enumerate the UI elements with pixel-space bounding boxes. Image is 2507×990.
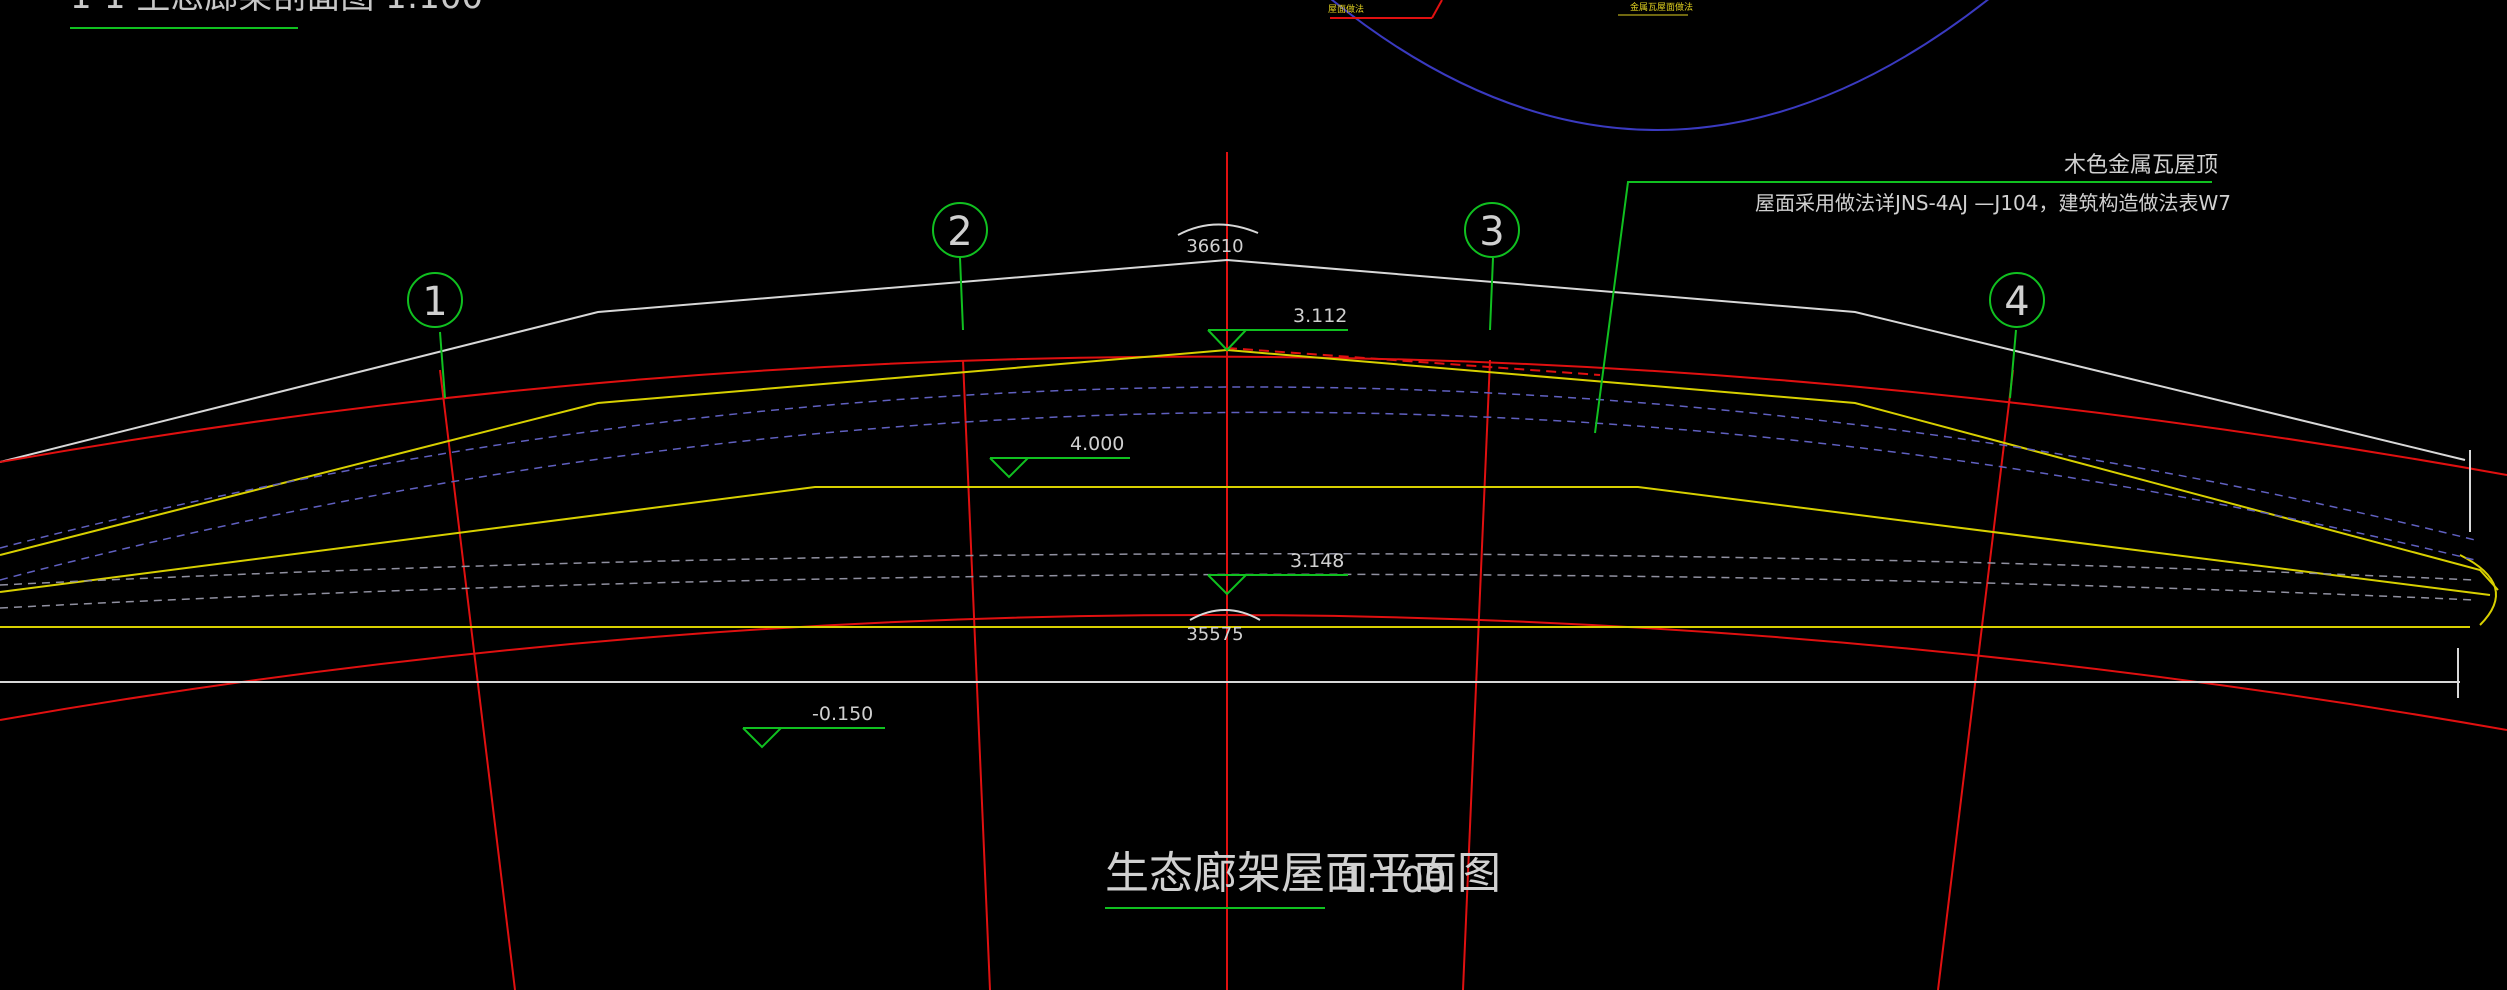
red-dashed-segment xyxy=(1226,347,1601,376)
dashed-arc-2 xyxy=(0,411,2476,581)
axis-1-label: 1 xyxy=(422,279,447,325)
elevation-text-1: 3.112 xyxy=(1293,305,1347,327)
elevation-text-4: -0.150 xyxy=(812,703,873,725)
elevation-marker-1: 3.112 xyxy=(1207,305,1348,352)
roof-outline-top xyxy=(0,258,2466,463)
note-leader-line xyxy=(1594,181,2212,434)
section-title-text: 1-1 生态廊架剖面图 1:100 xyxy=(70,0,483,17)
top-tiny-label-b: 金属瓦屋面做法 xyxy=(1630,1,1693,13)
bottom-dim-text: 35575 xyxy=(1186,624,1243,645)
top-tiny-label-a: 屋面做法 xyxy=(1328,3,1364,15)
cad-drawing-canvas[interactable]: 1-1 生态廊架剖面图 1:100 屋面做法 金属瓦屋面做法 1 2 3 xyxy=(0,0,2507,990)
axis-3-leader xyxy=(1489,257,1494,331)
dashed-arc-3 xyxy=(0,552,2476,586)
axis-3-label: 3 xyxy=(1479,209,1504,255)
main-title-scale: 1:100 xyxy=(1343,860,1447,901)
dashed-arc-4 xyxy=(0,573,2476,609)
axis-2-label: 2 xyxy=(947,209,972,255)
elevation-marker-2: 4.000 xyxy=(989,433,1130,479)
axis-2-leader xyxy=(959,257,964,331)
top-dim-arc xyxy=(1177,223,1259,236)
axis-4-leader xyxy=(2009,329,2017,399)
top-dim-text: 36610 xyxy=(1186,236,1243,257)
elevation-marker-3: 3.148 xyxy=(1207,550,1348,596)
note-line-2: 屋面采用做法详JNS-4AJ —J104，建筑构造做法表W7 xyxy=(1755,191,2231,215)
elevation-text-3: 3.148 xyxy=(1290,550,1344,572)
yellow-roof-edge-middle xyxy=(0,486,2491,596)
top-red-leader-tip xyxy=(1431,0,1443,19)
elevation-marker-4: -0.150 xyxy=(742,703,885,749)
elevation-text-2: 4.000 xyxy=(1070,433,1124,455)
red-outer-arc-lower xyxy=(0,613,2507,731)
dashed-arc-1 xyxy=(0,386,2476,549)
radial-axis-line-1 xyxy=(439,369,516,990)
top-circle-arc xyxy=(1330,0,1989,131)
axis-4-label: 4 xyxy=(2004,279,2029,325)
note-line-1: 木色金属瓦屋顶 xyxy=(2064,153,2218,178)
red-outer-arc-upper xyxy=(0,355,2507,476)
radial-axis-line-2 xyxy=(962,359,991,990)
